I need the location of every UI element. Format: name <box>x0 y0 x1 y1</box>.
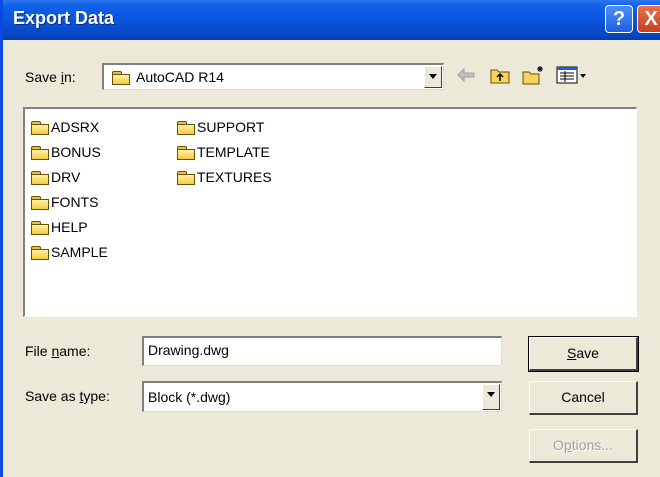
folder-icon <box>31 221 49 235</box>
new-folder-icon[interactable] <box>521 64 545 86</box>
close-button[interactable]: X <box>637 5 660 33</box>
dialog-title: Export Data <box>13 8 115 28</box>
list-item[interactable]: TEMPLATE <box>177 144 270 160</box>
folder-icon <box>177 121 195 135</box>
save-as-type-value: Block (*.dwg) <box>148 389 231 405</box>
chevron-down-icon[interactable] <box>424 66 442 88</box>
title-bar[interactable]: Export Data ? X <box>3 0 660 40</box>
folder-icon <box>31 196 49 210</box>
save-as-type-dropdown[interactable]: Block (*.dwg) <box>142 381 502 412</box>
help-button[interactable]: ? <box>605 5 633 33</box>
save-in-value: AutoCAD R14 <box>136 69 224 85</box>
views-menu-icon[interactable] <box>555 64 589 86</box>
folder-icon <box>177 146 195 160</box>
list-item[interactable]: SAMPLE <box>31 244 108 260</box>
file-name-label: File name: <box>25 343 91 359</box>
export-data-dialog: Export Data ? X Save in: AutoCAD R14 ADS… <box>0 0 660 477</box>
folder-icon <box>31 121 49 135</box>
list-item[interactable]: TEXTURES <box>177 169 272 185</box>
list-item[interactable]: FONTS <box>31 194 98 210</box>
folder-icon <box>112 71 130 85</box>
cancel-button[interactable]: Cancel <box>529 381 638 415</box>
save-as-type-label: Save as type: <box>25 388 110 404</box>
folder-icon <box>31 146 49 160</box>
list-item[interactable]: HELP <box>31 219 88 235</box>
list-item[interactable]: DRV <box>31 169 80 185</box>
save-in-dropdown[interactable]: AutoCAD R14 <box>102 63 444 90</box>
up-folder-icon[interactable] <box>489 64 511 86</box>
chevron-down-icon[interactable] <box>482 384 500 410</box>
folder-icon <box>31 171 49 185</box>
list-item[interactable]: ADSRX <box>31 119 99 135</box>
file-list[interactable]: ADSRX BONUS DRV FONTS HELP SAMPLE SUPPOR… <box>23 107 637 317</box>
back-arrow-icon[interactable] <box>455 64 477 86</box>
file-name-field[interactable]: Drawing.dwg <box>142 336 502 366</box>
save-button[interactable]: Save <box>528 336 639 372</box>
options-button: Options... <box>529 429 638 463</box>
save-in-label: Save in: <box>25 69 76 85</box>
folder-icon <box>31 246 49 260</box>
list-item[interactable]: BONUS <box>31 144 101 160</box>
folder-icon <box>177 171 195 185</box>
list-item[interactable]: SUPPORT <box>177 119 264 135</box>
